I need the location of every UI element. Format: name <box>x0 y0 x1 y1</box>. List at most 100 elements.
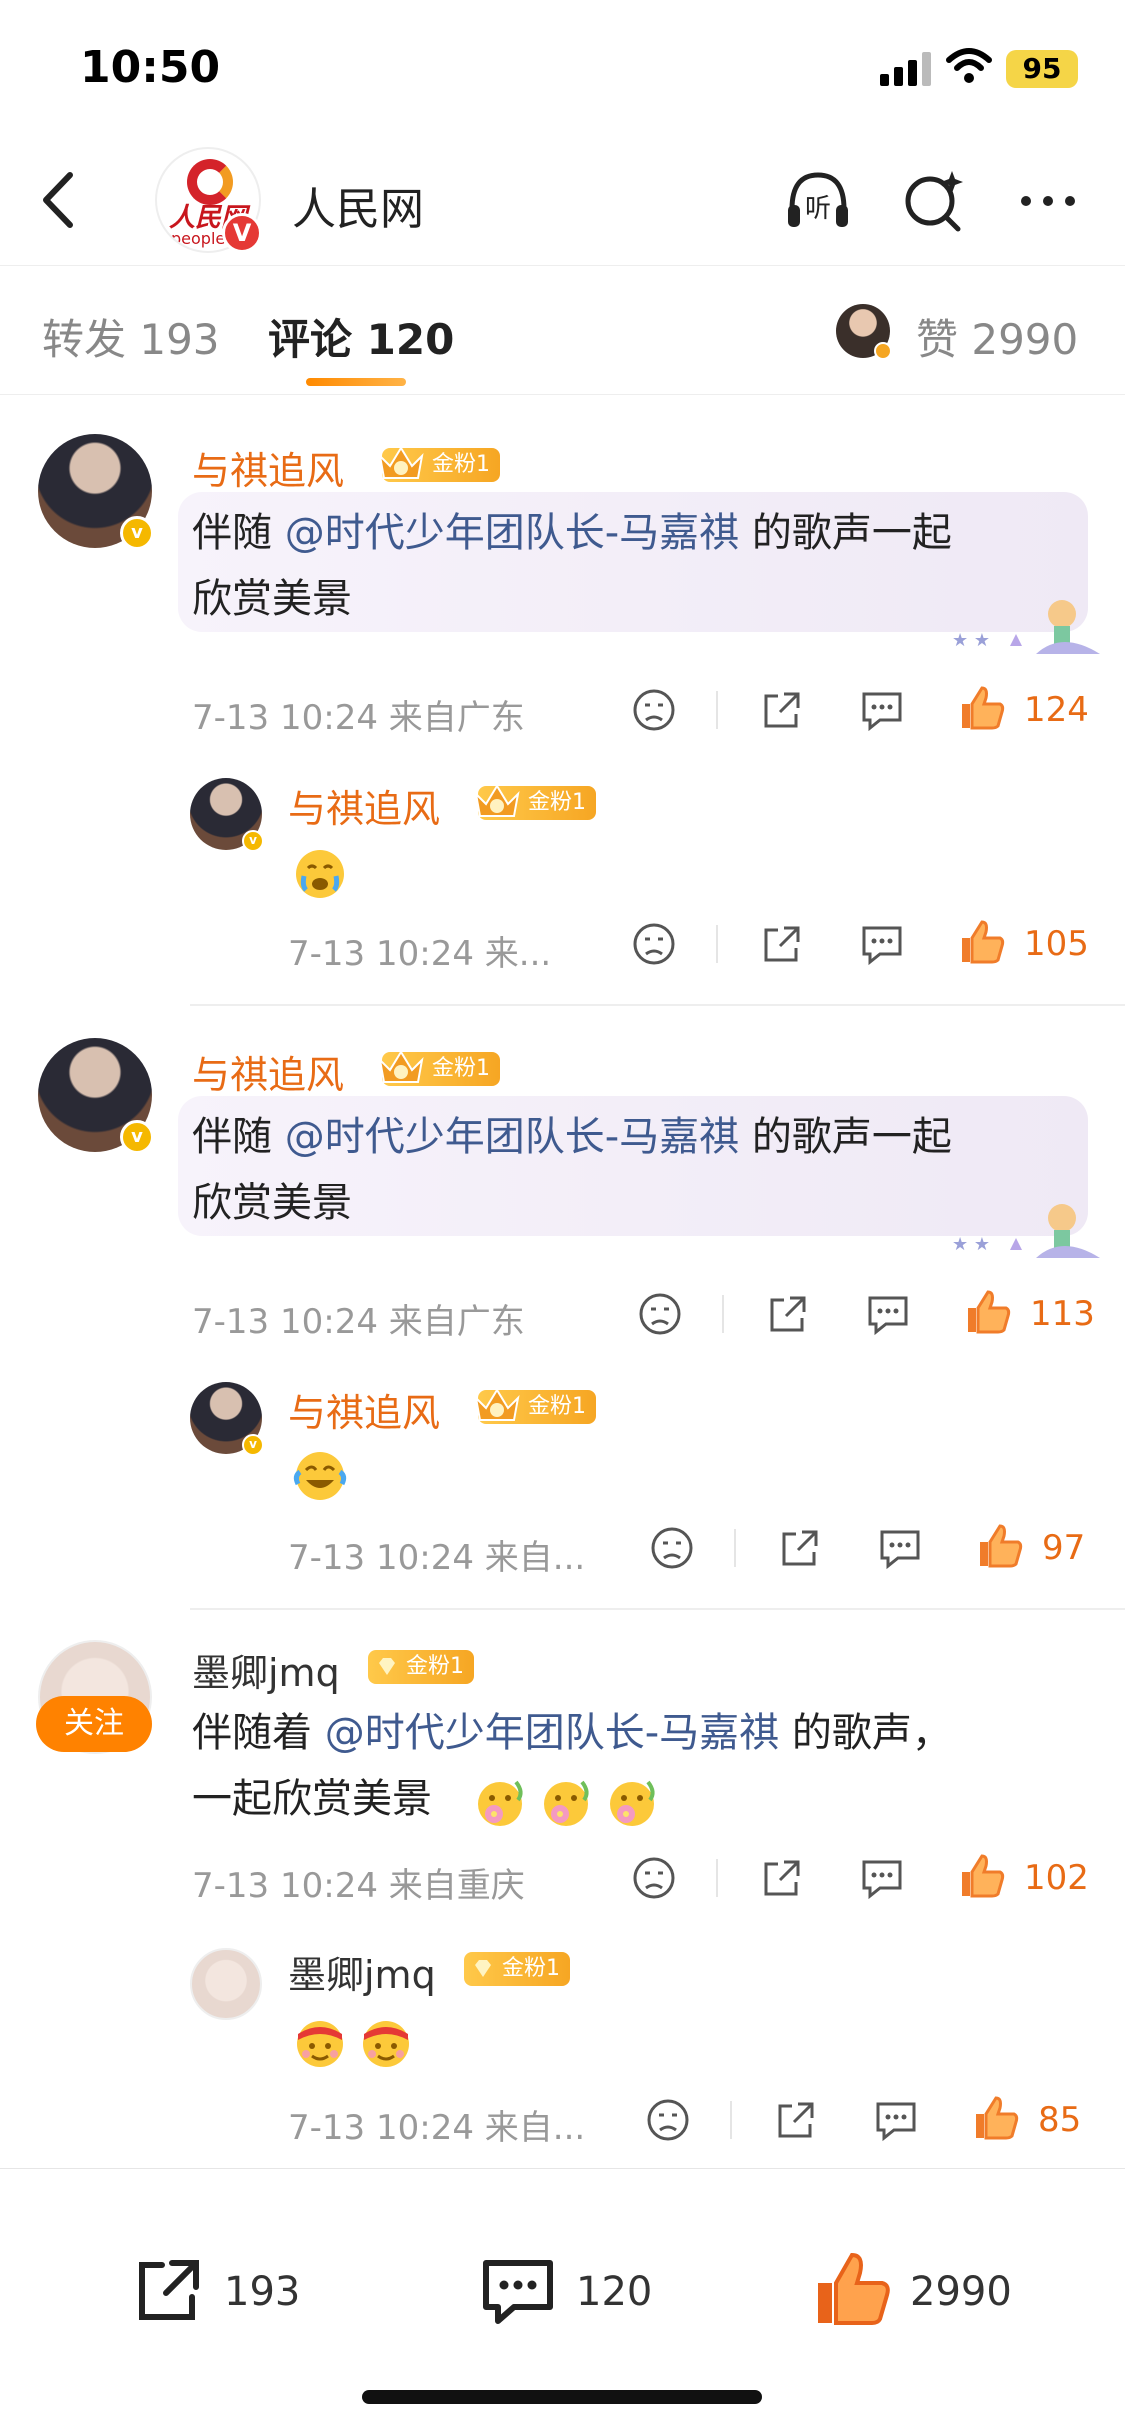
comment-text: 伴随 @时代少年团队长-马嘉祺 的歌声一起 欣赏美景 <box>192 510 952 622</box>
share-icon[interactable] <box>756 684 808 736</box>
reply-icon[interactable] <box>862 1288 914 1340</box>
tab-comments[interactable]: 评论 120 <box>268 306 454 367</box>
thread-divider <box>190 1608 1125 1610</box>
like-icon[interactable] <box>970 2092 1022 2144</box>
like-icon[interactable] <box>956 1850 1008 1902</box>
divider <box>722 1295 724 1333</box>
fan-badge: 金粉1 <box>378 446 500 482</box>
mention-link[interactable]: @时代少年团队长-马嘉祺 <box>285 510 739 556</box>
listen-headphones-icon[interactable]: 听 <box>782 165 854 237</box>
svg-text:★ ★: ★ ★ <box>952 630 990 651</box>
like-thumb-icon <box>818 2252 890 2325</box>
divider <box>730 2101 732 2139</box>
like-count: 105 <box>1024 924 1089 964</box>
verified-icon: v <box>242 830 264 852</box>
tab-reposts[interactable]: 转发 193 <box>42 306 220 367</box>
reply-icon[interactable] <box>856 684 908 736</box>
reply-icon[interactable] <box>874 1522 926 1574</box>
fan-badge-label: 金粉1 <box>406 1654 464 1679</box>
reply-username[interactable]: 与祺追风 <box>288 778 440 833</box>
repost-button[interactable]: 193 <box>128 2251 308 2331</box>
crown-icon <box>378 446 424 479</box>
battery-indicator: 95 <box>1006 50 1078 88</box>
reply-icon[interactable] <box>856 918 908 970</box>
reply-meta: 7-13 10:24 来... <box>288 934 552 974</box>
dislike-icon[interactable] <box>646 1522 698 1574</box>
comment-meta: 7-13 10:24 来自广东 <box>192 698 525 738</box>
like-icon[interactable] <box>962 1286 1014 1338</box>
follow-button[interactable]: 关注 <box>36 1696 152 1752</box>
dislike-icon[interactable] <box>628 918 680 970</box>
wifi-icon <box>946 48 992 83</box>
flower-face-emoji-icon <box>478 1780 523 1826</box>
like-count: 102 <box>1024 1858 1089 1898</box>
tab-likes[interactable]: 赞 2990 <box>916 306 1078 367</box>
share-icon[interactable] <box>756 918 808 970</box>
dislike-icon[interactable] <box>628 1852 680 1904</box>
comment-count: 120 <box>576 2269 653 2315</box>
mention-link[interactable]: @时代少年团队长-马嘉祺 <box>285 1114 739 1160</box>
like-button[interactable]: 2990 <box>810 2251 1040 2331</box>
reply-icon[interactable] <box>870 2094 922 2146</box>
like-total-count: 2990 <box>910 2269 1012 2315</box>
verified-icon: v <box>120 1120 154 1154</box>
gem-icon <box>475 1960 491 1977</box>
crown-icon <box>474 784 520 817</box>
verified-badge-icon: V <box>222 213 262 253</box>
crown-icon <box>474 1388 520 1421</box>
like-icon[interactable] <box>956 916 1008 968</box>
fan-badge: 金粉1 <box>474 784 596 820</box>
avatar[interactable]: v <box>38 434 154 550</box>
fan-badge: 金粉1 <box>474 1388 596 1424</box>
like-icon[interactable] <box>974 1520 1026 1572</box>
cellular-signal-icon <box>880 52 932 86</box>
reply-avatar[interactable]: v <box>190 778 264 852</box>
reply-avatar[interactable] <box>190 1948 262 2020</box>
username[interactable]: 与祺追风 <box>192 1044 344 1099</box>
comment-text: 伴随 @时代少年团队长-马嘉祺 的歌声一起 欣赏美景 <box>192 1114 952 1226</box>
like-count: 97 <box>1042 1528 1086 1568</box>
reply-meta: 7-13 10:24 来自... <box>288 1538 586 1578</box>
logo-subtext: people <box>171 229 226 248</box>
thread-divider <box>190 1004 1125 1006</box>
reply-icon[interactable] <box>856 1852 908 1904</box>
dislike-icon[interactable] <box>628 684 680 736</box>
reply-avatar[interactable]: v <box>190 1382 264 1456</box>
mention-link[interactable]: @时代少年团队长-马嘉祺 <box>325 1710 779 1756</box>
liker-avatar[interactable] <box>836 304 892 360</box>
account-name[interactable]: 人民网 <box>292 173 424 237</box>
more-icon[interactable] <box>1012 165 1084 237</box>
headband-face-emoji-icon <box>363 2021 409 2067</box>
fan-badge-label: 金粉1 <box>432 1056 490 1081</box>
username[interactable]: 与祺追风 <box>192 440 344 495</box>
share-icon[interactable] <box>756 1852 808 1904</box>
search-sparkle-icon[interactable] <box>898 165 970 237</box>
crying-emoji-icon <box>296 850 344 898</box>
comment-icon <box>483 2260 553 2324</box>
divider <box>734 1529 736 1567</box>
share-icon[interactable] <box>770 2094 822 2146</box>
home-indicator <box>362 2390 762 2404</box>
comment-meta: 7-13 10:24 来自广东 <box>192 1302 525 1342</box>
active-tab-indicator <box>306 378 406 386</box>
share-icon[interactable] <box>762 1288 814 1340</box>
avatar[interactable]: v <box>38 1038 154 1154</box>
like-count: 124 <box>1024 690 1089 730</box>
fan-badge-label: 金粉1 <box>528 1394 586 1419</box>
like-icon[interactable] <box>956 682 1008 734</box>
divider <box>716 1859 718 1897</box>
back-icon[interactable] <box>30 165 90 235</box>
comment-meta: 7-13 10:24 来自重庆 <box>192 1866 525 1906</box>
dislike-icon[interactable] <box>642 2094 694 2146</box>
reply-username[interactable]: 墨卿jmq <box>288 1944 436 1999</box>
status-bar: 10:50 95 <box>0 0 1125 135</box>
fan-badge: 金粉1 <box>368 1650 474 1684</box>
username[interactable]: 墨卿jmq <box>192 1642 340 1697</box>
comment-button[interactable]: 120 <box>478 2251 658 2331</box>
svg-text:听: 听 <box>805 194 831 224</box>
reply-meta: 7-13 10:24 来自... <box>288 2108 586 2148</box>
share-icon[interactable] <box>774 1522 826 1574</box>
divider <box>716 925 718 963</box>
reply-username[interactable]: 与祺追风 <box>288 1382 440 1437</box>
dislike-icon[interactable] <box>634 1288 686 1340</box>
